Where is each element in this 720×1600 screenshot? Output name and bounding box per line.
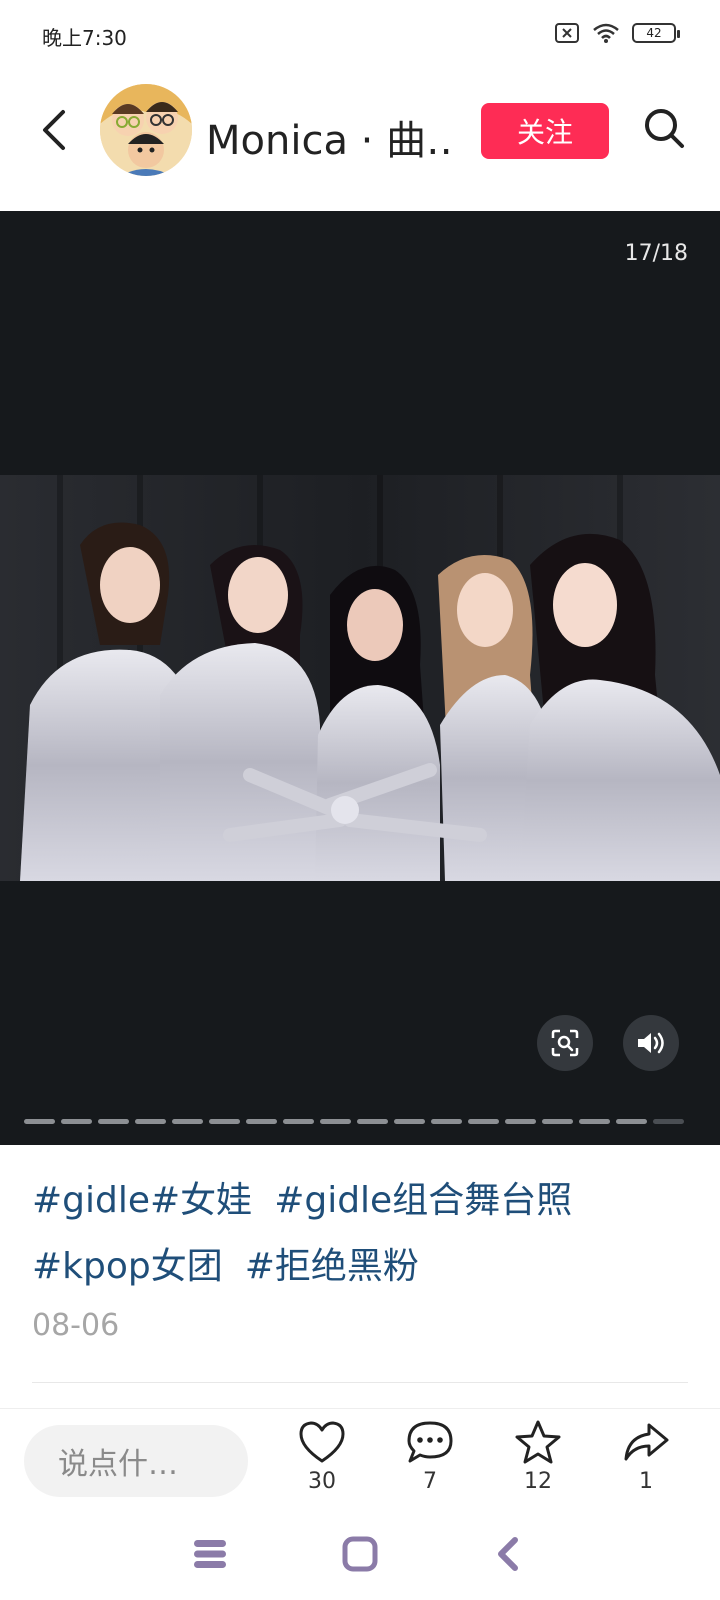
image-carousel[interactable]: 17/18 [0,211,720,1145]
comment-count: 7 [423,1469,437,1494]
progress-segment [653,1119,684,1124]
progress-segment [320,1119,351,1124]
progress-segment [579,1119,610,1124]
post-date: 08-06 [32,1308,120,1343]
progress-segment [468,1119,499,1124]
progress-segment [135,1119,166,1124]
comment-input[interactable]: 说点什… [24,1425,248,1497]
avatar-image [100,84,192,176]
like-count: 30 [308,1469,336,1494]
favorite-button[interactable]: 12 [498,1419,578,1494]
progress-segment [542,1119,573,1124]
volume-icon [638,1032,664,1054]
battery-level: 42 [646,26,662,40]
back-button[interactable] [34,104,74,156]
heart-icon [299,1421,345,1463]
share-button[interactable]: 1 [606,1419,686,1494]
hashtag-link[interactable]: #gidle组合舞台照 [274,1180,572,1221]
profile-header: Monica · 曲… 关注 [0,80,720,180]
share-count: 1 [639,1469,653,1494]
share-icon [624,1423,669,1461]
comment-button[interactable]: 7 [390,1419,470,1494]
wifi-icon [593,23,619,43]
progress-segment [616,1119,647,1124]
follow-button[interactable]: 关注 [481,103,609,159]
status-icons: 42 [554,22,680,44]
menu-icon [194,1540,226,1568]
search-button[interactable] [640,102,688,154]
status-time: 晚上7:30 [42,26,127,50]
home-button[interactable] [338,1532,382,1576]
username[interactable]: Monica · 曲… [206,108,456,166]
battery-indicator: 42 [632,23,680,43]
volume-button[interactable] [623,1015,679,1071]
carousel-photo[interactable] [0,475,720,881]
progress-segment [209,1119,240,1124]
recents-button[interactable] [188,1532,232,1576]
star-icon [515,1420,561,1464]
progress-segment [357,1119,388,1124]
progress-segment [24,1119,55,1124]
progress-segment [431,1119,462,1124]
home-icon [342,1536,378,1572]
progress-segment [172,1119,203,1124]
progress-segment [505,1119,536,1124]
status-bar: 晚上7:30 42 [0,0,720,70]
scan-icon [551,1029,579,1057]
progress-segment [394,1119,425,1124]
back-icon [43,110,65,150]
hashtag-link[interactable]: #kpop女团 [32,1246,223,1287]
carousel-progress [24,1119,684,1125]
comment-icon [407,1421,453,1463]
divider [32,1382,688,1383]
bottom-action-bar: 说点什… 30 7 12 1 [0,1408,720,1507]
like-button[interactable]: 30 [282,1419,362,1494]
system-nav-bar [0,1506,720,1600]
search-icon [645,109,684,148]
avatar[interactable] [100,84,192,176]
image-search-button[interactable] [537,1015,593,1071]
progress-segment [98,1119,129,1124]
favorite-count: 12 [524,1469,552,1494]
sim-off-icon [555,23,579,43]
group-photo [0,475,720,881]
back-nav-button[interactable] [486,1532,530,1576]
progress-segment [246,1119,277,1124]
progress-segment [283,1119,314,1124]
back-nav-icon [498,1537,518,1571]
hashtag-link[interactable]: #拒绝黑粉 [245,1246,419,1287]
page-counter: 17/18 [624,241,688,266]
hashtag-link[interactable]: #gidle#女娃 [32,1180,252,1221]
post-tags: #gidle#女娃 #gidle组合舞台照 #kpop女团 #拒绝黑粉 [32,1168,692,1300]
progress-segment [61,1119,92,1124]
